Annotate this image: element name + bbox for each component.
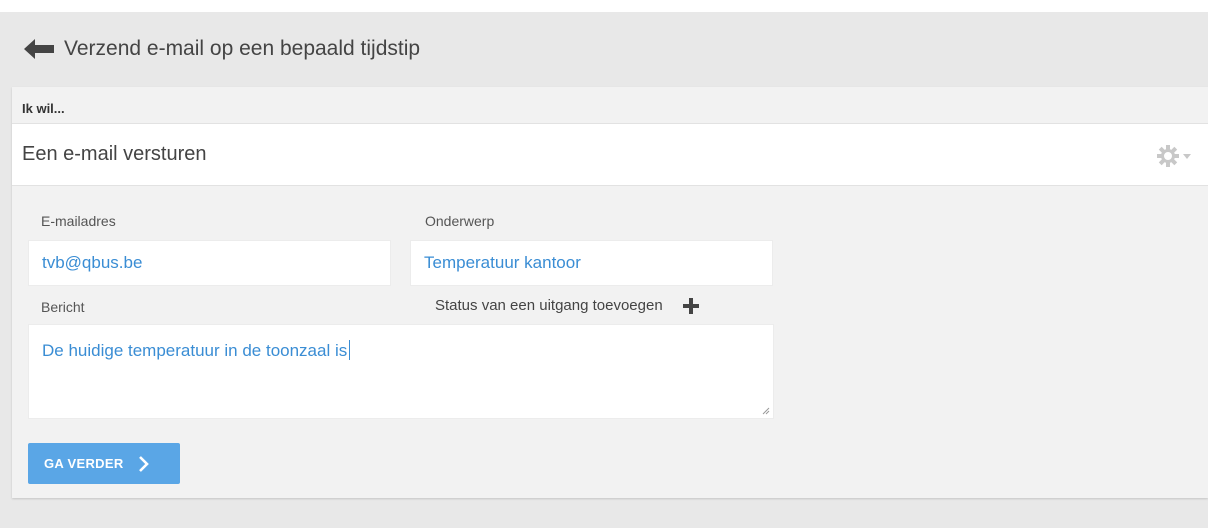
add-status-label: Status van een uitgang toevoegen [435,297,663,314]
page-title: Verzend e-mail op een bepaald tijdstip [64,37,421,60]
email-field[interactable]: tvb@qbus.be [28,240,391,286]
text-cursor [349,340,351,360]
continue-label: GA VERDER [44,456,124,471]
email-label: E-mailadres [41,213,116,229]
message-value: De huidige temperatuur in de toonzaal is [42,341,348,360]
subject-field[interactable]: Temperatuur kantoor [410,240,773,286]
message-textarea[interactable]: De huidige temperatuur in de toonzaal is [28,324,774,419]
settings-button[interactable] [1157,145,1192,167]
action-label: Een e-mail versturen [22,143,207,165]
arrow-left-icon [24,39,54,59]
section-label: Ik wil... [22,101,65,116]
chevron-right-icon [138,455,150,473]
email-value: tvb@qbus.be [42,253,143,272]
subject-label: Onderwerp [425,213,495,229]
plus-icon [682,297,699,314]
page-header: Verzend e-mail op een bepaald tijdstip [0,12,1208,86]
resize-handle-icon[interactable] [762,407,770,415]
subject-value: Temperatuur kantoor [424,253,581,272]
continue-button[interactable]: GA VERDER [28,443,180,484]
message-label: Bericht [41,299,85,315]
gear-icon [1157,145,1179,167]
add-status-button[interactable] [682,297,699,314]
action-selector[interactable]: Een e-mail versturen [12,123,1208,186]
back-button[interactable] [24,36,56,62]
add-output-status: Status van een uitgang toevoegen [435,297,699,314]
automation-card: Ik wil... Een e-mail versturen E-mailadr… [12,87,1208,498]
caret-down-icon [1183,154,1191,159]
